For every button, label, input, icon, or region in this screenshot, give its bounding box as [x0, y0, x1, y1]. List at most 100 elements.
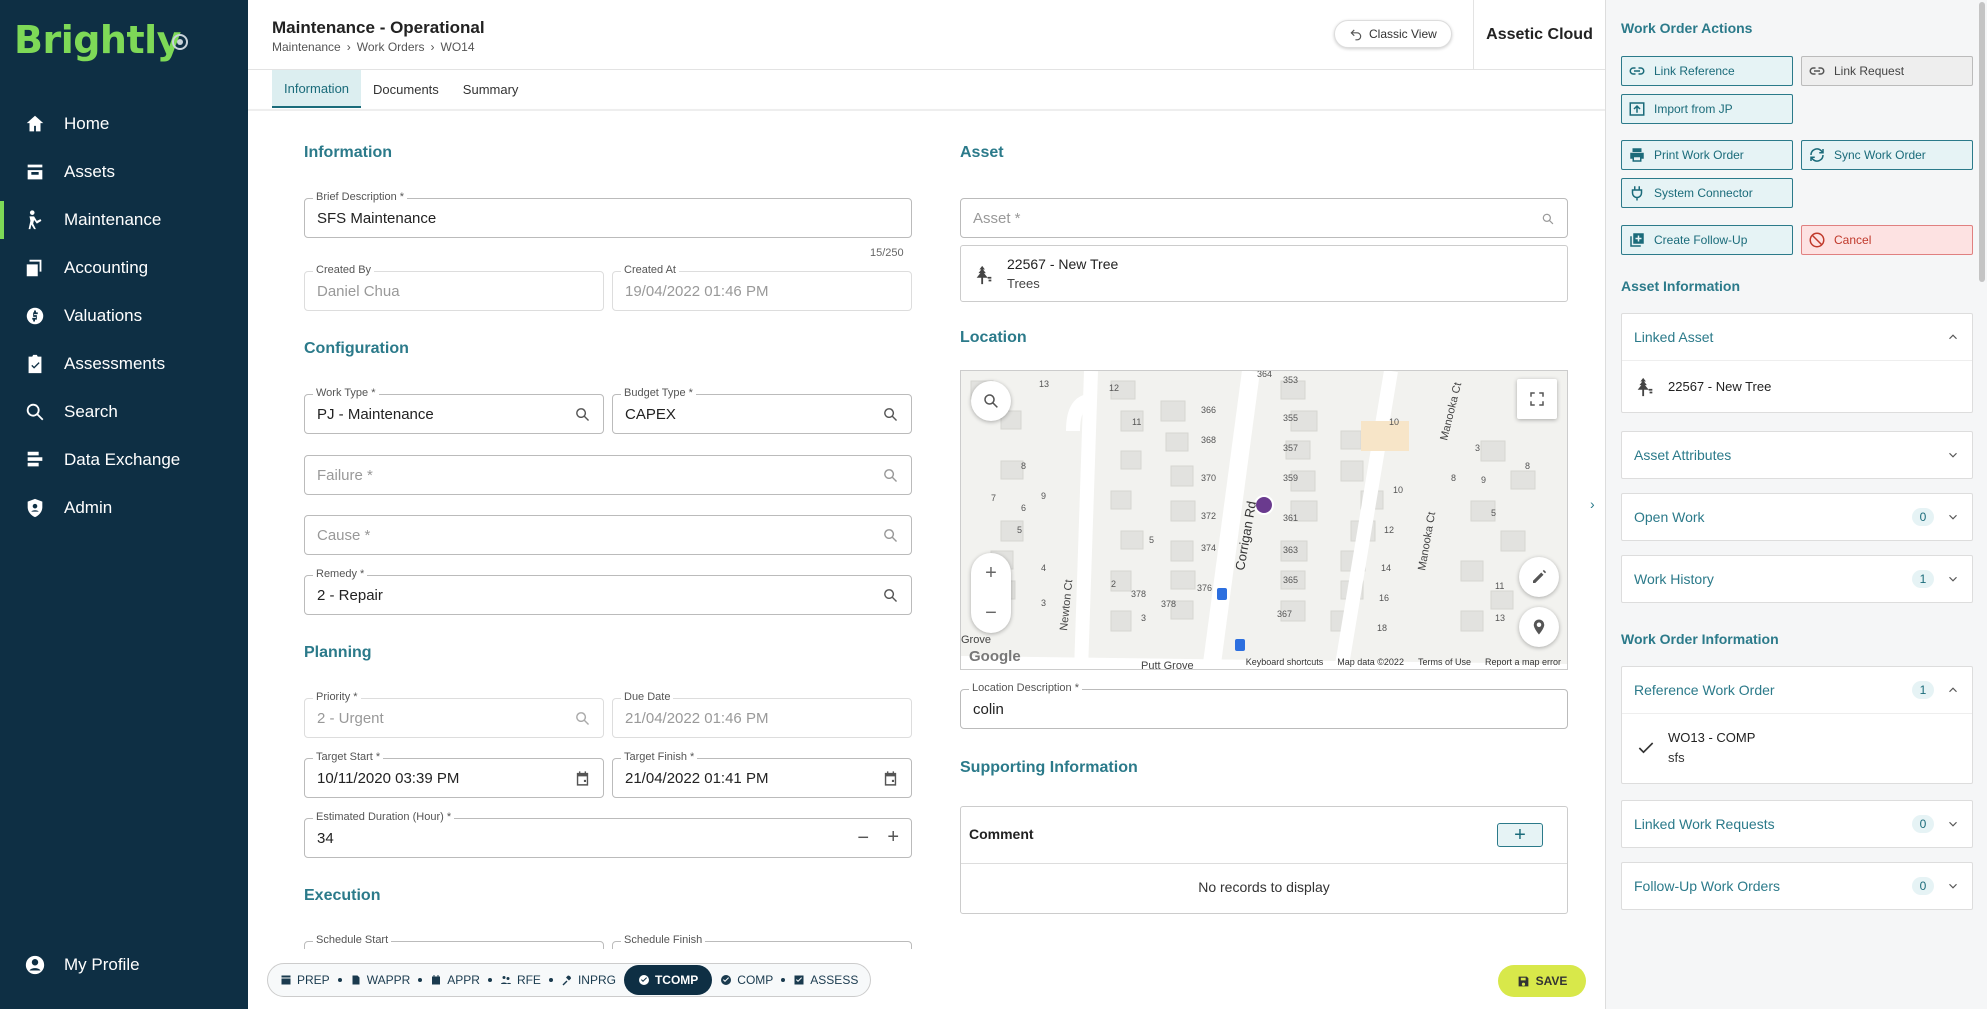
work-type-field[interactable]: Work Type * PJ - Maintenance [304, 387, 604, 434]
search-icon[interactable] [882, 467, 899, 484]
nav-item-my-profile[interactable]: My Profile [0, 941, 140, 989]
keyboard-shortcuts-link[interactable]: Keyboard shortcuts [1246, 657, 1324, 667]
status-step-wappr[interactable]: WAPPR [342, 965, 419, 995]
status-step-inprg[interactable]: INPRG [553, 965, 624, 995]
link-reference-button[interactable]: Link Reference [1621, 56, 1793, 86]
due-date-field: Due Date 21/04/2022 01:46 PM [612, 691, 912, 738]
open-work-header[interactable]: Open Work 0 [1622, 494, 1972, 540]
save-button[interactable]: SAVE [1498, 965, 1586, 997]
nav-item-assets[interactable]: Assets [0, 148, 248, 196]
scrollbar[interactable] [1979, 2, 1985, 282]
house-number-label: 378 [1161, 599, 1176, 609]
nav-item-valuations[interactable]: Valuations [0, 292, 248, 340]
asset-attributes-panel[interactable]: Asset Attributes [1621, 431, 1973, 479]
zoom-in-button[interactable]: + [971, 553, 1011, 593]
house-number-label: 378 [1131, 589, 1146, 599]
zoom-out-button[interactable]: − [971, 593, 1011, 633]
nav-item-assessments[interactable]: Assessments [0, 340, 248, 388]
status-step-prep[interactable]: PREP [272, 965, 338, 995]
decrement-icon[interactable]: − [857, 827, 869, 850]
location-map[interactable]: 364 353 13 12 366 355 11 10 368 357 370 359 10 9 372 36… [960, 370, 1568, 670]
sync-work-order-button[interactable]: Sync Work Order [1801, 140, 1973, 170]
create-follow-up-button[interactable]: Create Follow-Up [1621, 225, 1793, 255]
breadcrumb-separator: › [346, 40, 351, 54]
classic-view-button[interactable]: Classic View [1334, 20, 1452, 48]
failure-field[interactable]: Failure * [304, 455, 912, 495]
button-label: Sync Work Order [1834, 148, 1926, 162]
cause-field[interactable]: Cause * [304, 515, 912, 555]
status-step-rfe[interactable]: RFE [492, 965, 549, 995]
asset-attributes-header[interactable]: Asset Attributes [1622, 432, 1972, 478]
search-icon[interactable] [574, 406, 591, 423]
report-error-link[interactable]: Report a map error [1485, 657, 1561, 667]
follow-up-work-orders-panel[interactable]: Follow-Up Work Orders 0 [1621, 862, 1973, 910]
status-step-appr[interactable]: APPR [422, 965, 488, 995]
status-step-tcomp[interactable]: TCOMP [623, 965, 713, 995]
reference-work-order-body: WO13 - COMP sfs [1622, 713, 1972, 783]
work-history-header[interactable]: Work History 1 [1622, 556, 1972, 602]
chevron-right-icon[interactable]: › [1590, 496, 1595, 512]
reference-work-order-header[interactable]: Reference Work Order 1 [1622, 667, 1972, 713]
location-description-field[interactable]: Location Description * colin [960, 682, 1568, 729]
house-number-label: 14 [1381, 563, 1391, 573]
empty-state: No records to display [1198, 879, 1330, 895]
map-edit-button[interactable] [1519, 557, 1559, 597]
calendar-icon[interactable] [574, 770, 591, 787]
search-icon[interactable] [882, 406, 899, 423]
follow-up-work-orders-header[interactable]: Follow-Up Work Orders 0 [1622, 863, 1972, 909]
nav-item-accounting[interactable]: Accounting [0, 244, 248, 292]
status-step-comp[interactable]: COMP [712, 965, 781, 995]
tab-documents[interactable]: Documents [361, 70, 451, 108]
org-name[interactable]: Assetic Cloud [1473, 0, 1605, 70]
field-value: 10/11/2020 03:39 PM [317, 770, 460, 787]
nav-item-data-exchange[interactable]: Data Exchange [0, 436, 248, 484]
terms-link[interactable]: Terms of Use [1418, 657, 1471, 667]
asset-search-field[interactable]: Asset * [960, 198, 1568, 238]
cancel-work-order-button[interactable]: Cancel [1801, 225, 1973, 255]
breadcrumb-work-orders[interactable]: Work Orders [357, 40, 425, 54]
search-icon[interactable] [1541, 212, 1555, 226]
link-request-button[interactable]: Link Request [1801, 56, 1973, 86]
increment-icon[interactable]: + [887, 826, 899, 849]
pin-sidebar-icon[interactable] [172, 34, 188, 50]
target-start-field[interactable]: Target Start * 10/11/2020 03:39 PM [304, 751, 604, 798]
field-value: 2 - Urgent [317, 710, 384, 727]
house-number-label: 12 [1109, 383, 1119, 393]
open-work-panel[interactable]: Open Work 0 [1621, 493, 1973, 541]
nav-item-search[interactable]: Search [0, 388, 248, 436]
target-finish-field[interactable]: Target Finish * 21/04/2022 01:41 PM [612, 751, 912, 798]
map-fullscreen-button[interactable] [1517, 379, 1557, 419]
breadcrumb-maintenance[interactable]: Maintenance [272, 40, 341, 54]
house-number-label: 359 [1283, 473, 1298, 483]
print-work-order-button[interactable]: Print Work Order [1621, 140, 1793, 170]
linked-asset-name[interactable]: 22567 - New Tree [1668, 379, 1771, 394]
schedule-finish-field[interactable]: Schedule Finish [612, 934, 912, 949]
selected-asset-card[interactable]: 22567 - New Tree Trees [960, 245, 1568, 302]
linked-asset-header[interactable]: Linked Asset [1622, 314, 1972, 360]
work-history-panel[interactable]: Work History 1 [1621, 555, 1973, 603]
search-icon[interactable] [882, 527, 899, 544]
linked-work-requests-header[interactable]: Linked Work Requests 0 [1622, 801, 1972, 847]
brand-logo[interactable]: Brightly [14, 18, 181, 62]
estimated-duration-stepper[interactable]: Estimated Duration (Hour) * 34 − + [304, 811, 912, 858]
reference-wo-title[interactable]: WO13 - COMP [1668, 730, 1755, 745]
budget-type-field[interactable]: Budget Type * CAPEX [612, 387, 912, 434]
calendar-icon[interactable] [882, 770, 899, 787]
import-from-jp-button[interactable]: Import from JP [1621, 94, 1793, 124]
search-icon[interactable] [882, 587, 899, 604]
map-pin-button[interactable] [1519, 607, 1559, 647]
add-comment-button[interactable]: + [1497, 823, 1543, 847]
nav-item-home[interactable]: Home [0, 100, 248, 148]
tab-summary[interactable]: Summary [451, 70, 531, 108]
remedy-field[interactable]: Remedy * 2 - Repair [304, 568, 912, 615]
tab-information[interactable]: Information [272, 70, 362, 108]
nav-item-admin[interactable]: Admin [0, 484, 248, 532]
linked-work-requests-panel[interactable]: Linked Work Requests 0 [1621, 800, 1973, 848]
brief-description-field[interactable]: Brief Description * SFS Maintenance [304, 191, 912, 238]
system-connector-button[interactable]: System Connector [1621, 178, 1793, 208]
status-step-icon [500, 976, 511, 984]
nav-item-maintenance[interactable]: Maintenance [0, 196, 248, 244]
status-step-assess[interactable]: ASSESS [785, 965, 866, 995]
schedule-start-field[interactable]: Schedule Start [304, 934, 604, 949]
map-search-button[interactable] [971, 381, 1011, 421]
